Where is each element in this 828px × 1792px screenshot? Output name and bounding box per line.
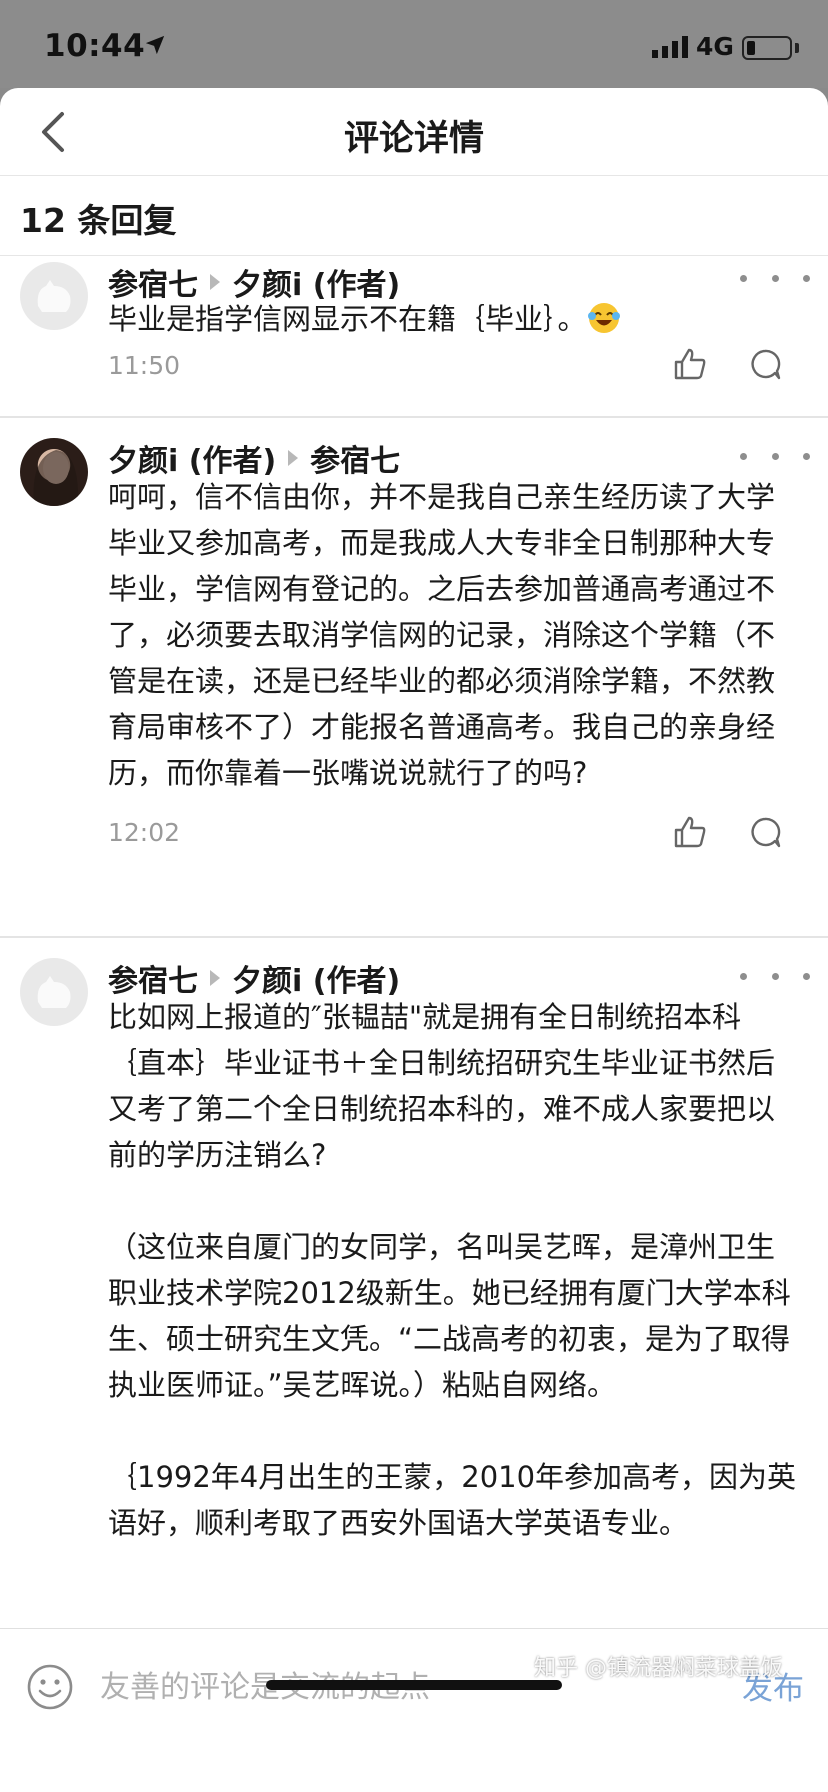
avatar[interactable] [20,438,88,506]
network-type: 4G [696,32,734,61]
battery-icon [742,36,792,60]
user-photo-avatar [33,450,79,506]
more-options-button[interactable] [740,268,810,288]
reply-bubble-icon[interactable] [748,815,782,849]
battery-tip [795,43,799,53]
comment-time: 12:02 [108,818,181,847]
reply-arrow-icon [210,274,220,290]
reply-count-bar: 12 条回复 [0,176,828,256]
comment-text: 呵呵，信不信由你，并不是我自己亲生经历读了大学毕业又参加高考，而是我成人大专非全… [108,480,776,790]
page-title: 评论详情 [343,119,484,159]
signal-icon [652,36,688,58]
avatar[interactable] [20,262,88,330]
comment-time: 11:50 [108,351,181,380]
default-avatar-icon [37,280,71,312]
divider [0,936,828,938]
crying-laughing-emoji-icon [587,303,620,333]
more-options-button[interactable] [740,446,810,466]
divider [0,416,828,418]
comment-text: 比如网上报道的″张韫喆"就是拥有全日制统招本科｛直本｝毕业证书＋全日制统招研究生… [108,1000,797,1540]
nav-bar: 评论详情 [0,88,828,176]
thumbs-up-icon[interactable] [672,814,708,850]
reply-count: 12 条回复 [20,201,177,240]
reply-arrow-icon [210,970,220,986]
reply-arrow-icon [288,450,299,466]
status-time: 10:44 [44,28,146,64]
location-arrow-icon [145,35,165,55]
thumbs-up-icon[interactable] [672,346,708,382]
default-avatar-icon [37,976,71,1008]
avatar[interactable] [20,958,88,1026]
reply-bubble-icon[interactable] [748,347,782,381]
comment-text: 毕业是指学信网显示不在籍｛毕业｝。 [108,296,798,342]
more-options-button[interactable] [740,966,810,986]
status-bar: 10:44 4G [0,0,828,88]
comment-detail-sheet: 评论详情 12 条回复 参宿七 夕颜i (作者) 毕业是指学信网显示不在籍｛毕业… [0,88,828,1792]
home-indicator [266,1680,562,1690]
comment-list[interactable]: 参宿七 夕颜i (作者) 毕业是指学信网显示不在籍｛毕业｝。 11:50 夕颜i… [0,256,828,1628]
emoji-smiley-icon[interactable] [26,1663,74,1711]
watermark: 知乎 @镇流器焖菜球盖饭 [534,1656,783,1681]
